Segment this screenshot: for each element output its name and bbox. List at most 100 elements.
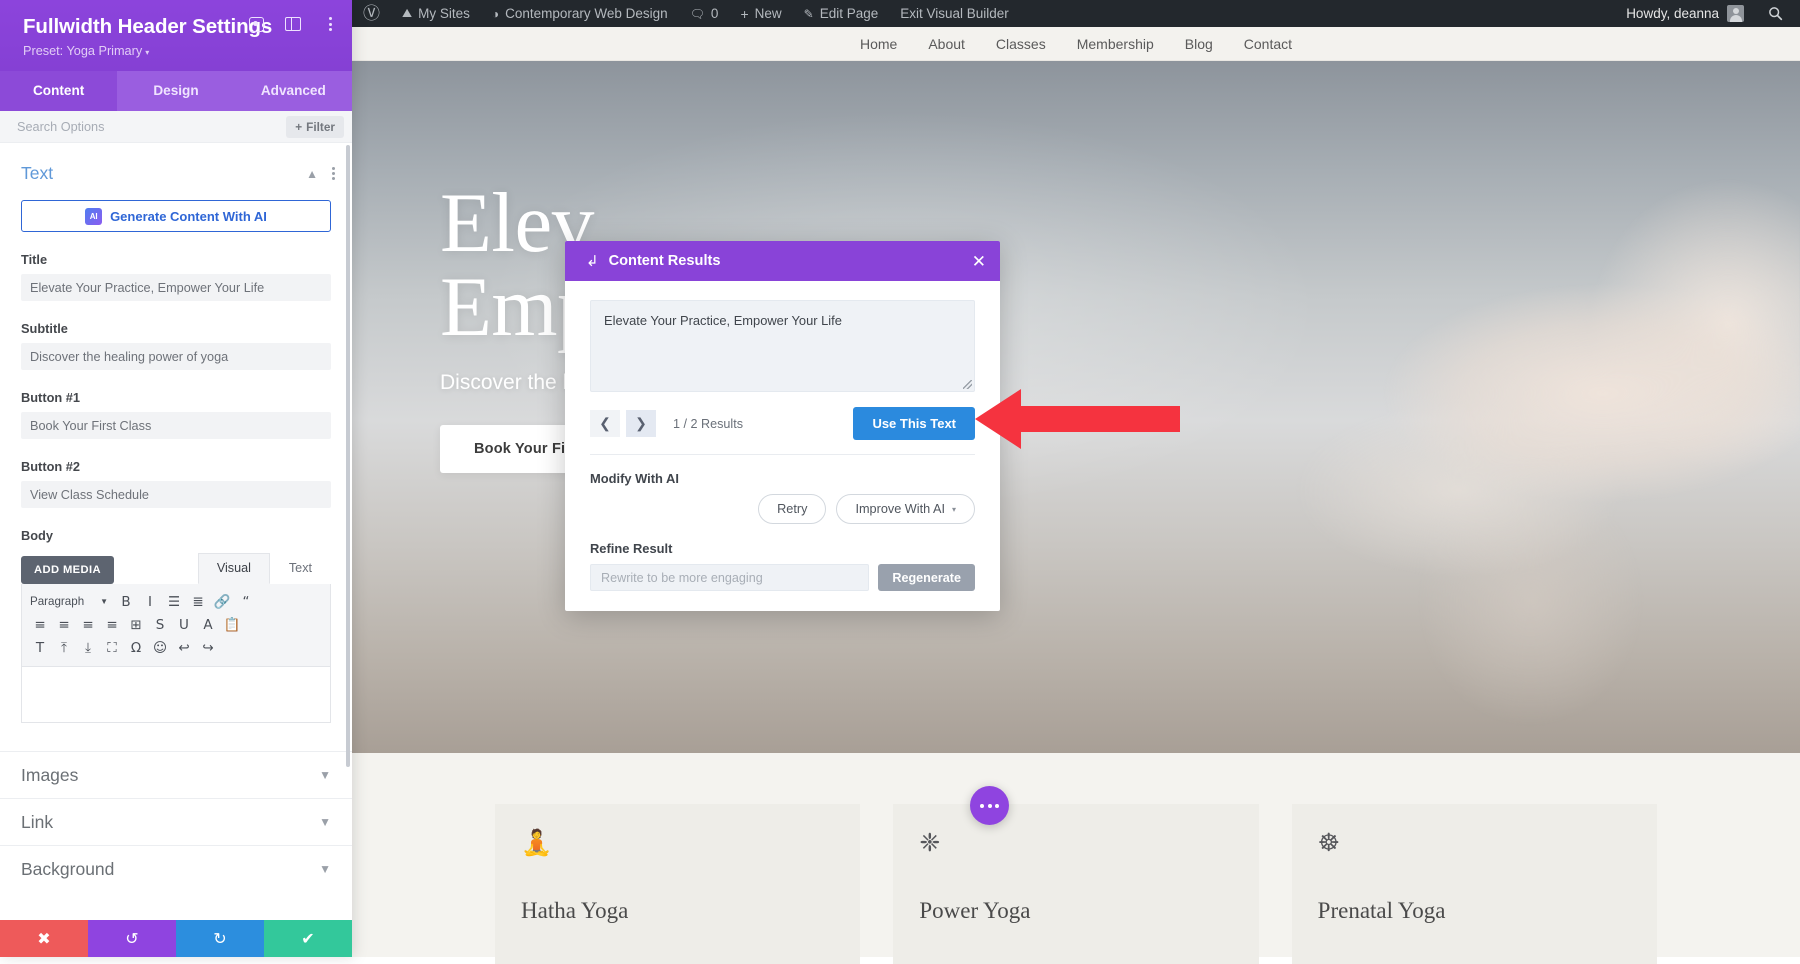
field-label: Title [21, 252, 331, 267]
yoga-leaf-icon: ❈ [919, 830, 1258, 860]
results-count: 1 / 2 Results [673, 417, 743, 431]
chevron-down-icon[interactable]: ▼ [319, 815, 331, 829]
field-input[interactable]: Elevate Your Practice, Empower Your Life [21, 274, 331, 301]
result-textarea[interactable]: Elevate Your Practice, Empower Your Life [590, 300, 975, 392]
admin-bar-account[interactable]: Howdy, deanna [1615, 0, 1755, 27]
section-label: Link [21, 812, 319, 833]
refine-result-heading: Refine Result [590, 541, 975, 556]
align-center-icon[interactable]: ≡ [52, 614, 76, 636]
panel-preset[interactable]: Preset: Yoga Primary▾ [23, 44, 336, 58]
panel-scrollbar[interactable] [346, 145, 350, 767]
emoji-icon[interactable]: ☺ [148, 637, 172, 659]
nav-item-home[interactable]: Home [860, 36, 897, 52]
focus-target-icon[interactable] [247, 15, 265, 33]
bullet-list-icon[interactable]: ☰ [162, 591, 186, 613]
nav-item-membership[interactable]: Membership [1077, 36, 1154, 52]
kebab-menu-icon[interactable] [321, 15, 339, 33]
section-header-text[interactable]: Text ▲ [0, 143, 352, 200]
discard-button[interactable]: ✖ [0, 920, 88, 957]
search-input[interactable] [17, 120, 286, 134]
bold-icon[interactable]: B [114, 591, 138, 613]
nav-item-blog[interactable]: Blog [1185, 36, 1213, 52]
resize-handle[interactable] [963, 380, 972, 389]
admin-bar-item-my-sites[interactable]: ⛰ My Sites [391, 0, 481, 27]
editor-content-area[interactable] [21, 667, 331, 723]
save-button[interactable]: ✔ [264, 920, 352, 957]
class-card[interactable]: ☸Prenatal Yoga [1292, 804, 1657, 964]
section-link[interactable]: Link▼ [0, 798, 352, 845]
retry-button[interactable]: Retry [758, 494, 826, 524]
blockquote-icon[interactable]: “ [234, 591, 258, 613]
admin-bar-item-new[interactable]: + New [729, 0, 792, 27]
field-input[interactable]: Book Your First Class [21, 412, 331, 439]
nav-item-classes[interactable]: Classes [996, 36, 1046, 52]
admin-bar-search[interactable] [1755, 0, 1796, 27]
undo-icon[interactable]: ↩ [172, 637, 196, 659]
kebab-menu-icon[interactable] [332, 167, 335, 180]
align-right-icon[interactable]: ≡ [76, 614, 100, 636]
clear-formatting-icon[interactable]: T [28, 637, 52, 659]
next-result-button[interactable]: ❯ [626, 410, 656, 437]
card-title: Power Yoga [919, 898, 1258, 924]
improve-with-ai-button[interactable]: Improve With AI ▾ [836, 494, 975, 524]
section-images[interactable]: Images▼ [0, 751, 352, 798]
redo-button[interactable]: ↻ [176, 920, 264, 957]
add-media-button[interactable]: ADD MEDIA [21, 556, 114, 584]
field-input[interactable]: Discover the healing power of yoga [21, 343, 331, 370]
prev-result-button[interactable]: ❮ [590, 410, 620, 437]
format-select[interactable]: Paragraph ▼ [28, 595, 114, 608]
table-icon[interactable]: ⊞ [124, 614, 148, 636]
close-icon[interactable]: ✕ [972, 253, 986, 270]
nav-item-about[interactable]: About [928, 36, 965, 52]
strikethrough-icon[interactable]: S [148, 614, 172, 636]
admin-bar-item-edit-page[interactable]: ✎ Edit Page [793, 0, 890, 27]
wordpress-logo[interactable]: Ⓥ [352, 0, 391, 27]
back-arrow-icon[interactable]: ↲ [586, 252, 599, 270]
card-title: Hatha Yoga [521, 898, 860, 924]
outdent-icon[interactable]: ⤒ [52, 637, 76, 659]
divi-floating-action-button[interactable] [970, 786, 1009, 825]
align-justify-icon[interactable]: ≡ [100, 614, 124, 636]
class-card[interactable]: 🧘Hatha Yoga [495, 804, 860, 964]
admin-bar-item-site-name[interactable]: ◑ Contemporary Web Design [481, 0, 679, 27]
refine-placeholder: Rewrite to be more engaging [601, 571, 763, 585]
chevron-down-icon[interactable]: ▼ [319, 768, 331, 782]
admin-bar-item-comments[interactable]: 🗨 0 [679, 0, 730, 27]
section-background[interactable]: Background▼ [0, 845, 352, 892]
filter-button[interactable]: + Filter [286, 116, 344, 138]
underline-icon[interactable]: U [172, 614, 196, 636]
link-icon[interactable]: 🔗 [210, 591, 234, 613]
classes-section: 🧘Hatha Yoga❈Power Yoga☸Prenatal Yoga [352, 753, 1800, 957]
indent-icon[interactable]: ⤓ [76, 637, 100, 659]
panel-footer-actions: ✖↺↻✔ [0, 920, 352, 957]
paste-icon[interactable]: 📋 [220, 614, 244, 636]
tab-content[interactable]: Content [0, 71, 117, 111]
regenerate-button[interactable]: Regenerate [878, 564, 975, 591]
nav-item-contact[interactable]: Contact [1244, 36, 1292, 52]
tab-text[interactable]: Text [270, 553, 331, 584]
numbered-list-icon[interactable]: ≣ [186, 591, 210, 613]
undo-button[interactable]: ↺ [88, 920, 176, 957]
admin-bar-item-exit-visual-builder[interactable]: Exit Visual Builder [889, 0, 1020, 27]
align-left-icon[interactable]: ≡ [28, 614, 52, 636]
retry-label: Retry [777, 502, 807, 516]
redo-icon[interactable]: ↪ [196, 637, 220, 659]
tab-design[interactable]: Design [117, 71, 234, 111]
tab-visual[interactable]: Visual [198, 553, 270, 584]
result-text: Elevate Your Practice, Empower Your Life [604, 313, 842, 328]
chevron-down-icon[interactable]: ▼ [319, 862, 331, 876]
tab-advanced[interactable]: Advanced [235, 71, 352, 111]
layout-toggle-icon[interactable] [284, 15, 302, 33]
field-input[interactable]: View Class Schedule [21, 481, 331, 508]
text-color-icon[interactable]: A [196, 614, 220, 636]
chevron-up-icon[interactable]: ▲ [306, 167, 318, 181]
use-this-text-button[interactable]: Use This Text [853, 407, 975, 440]
generate-content-with-ai-button[interactable]: AI Generate Content With AI [21, 200, 331, 232]
refine-input[interactable]: Rewrite to be more engaging [590, 564, 869, 591]
special-char-icon[interactable]: Ω [124, 637, 148, 659]
generate-ai-label: Generate Content With AI [110, 209, 267, 224]
italic-icon[interactable]: I [138, 591, 162, 613]
class-card[interactable]: ❈ Power Yoga [893, 804, 1258, 964]
fullscreen-icon[interactable]: ⛶ [100, 637, 124, 659]
ai-badge-icon: AI [85, 208, 102, 225]
